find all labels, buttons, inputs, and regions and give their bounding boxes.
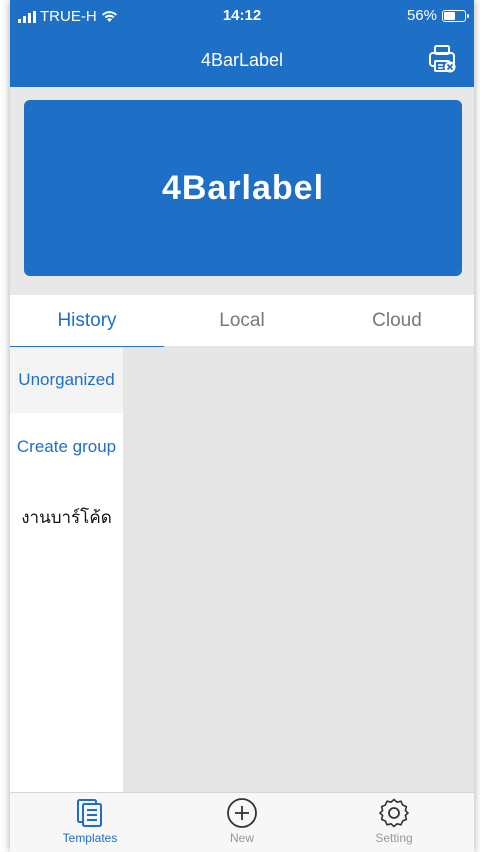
printer-button[interactable] <box>426 43 458 75</box>
status-bar: TRUE-H 14:12 56% <box>10 6 474 28</box>
tab-cloud[interactable]: Cloud <box>320 295 474 347</box>
tabbar-setting-label: Setting <box>375 831 413 845</box>
battery-percent: 56% <box>406 7 437 24</box>
battery-icon <box>442 9 469 22</box>
banner[interactable]: 4Barlabel <box>24 100 462 276</box>
create-group-button[interactable]: Create group <box>10 414 123 480</box>
bottom-tab-bar: Templates New Setting <box>10 792 474 852</box>
banner-area: 4Barlabel <box>10 87 474 295</box>
content-area: Unorganized Create group งานบาร์โค้ด <box>10 347 474 792</box>
template-tabs: History Local Cloud <box>10 295 474 348</box>
banner-logo: 4Barlabel <box>161 168 325 207</box>
gear-icon <box>379 798 409 828</box>
tabbar-new[interactable]: New <box>192 797 292 845</box>
top-bar: TRUE-H 14:12 56% 4BarLabel <box>10 0 474 87</box>
tabbar-setting[interactable]: Setting <box>344 797 444 845</box>
sidebar-item-unorganized[interactable]: Unorganized <box>10 347 123 413</box>
printer-disconnected-icon <box>429 45 456 73</box>
add-circle-icon <box>227 798 257 828</box>
page-title: 4BarLabel <box>200 50 284 70</box>
app-frame: TRUE-H 14:12 56% 4BarLabel 4Barlabel His… <box>10 0 474 852</box>
tabbar-templates-label: Templates <box>62 831 118 845</box>
sidebar-item-barcode-jobs[interactable]: งานบาร์โค้ด <box>10 484 123 550</box>
group-sidebar: Unorganized Create group งานบาร์โค้ด <box>10 347 123 792</box>
status-time: 14:12 <box>222 7 262 24</box>
templates-icon <box>77 799 102 827</box>
tabbar-new-label: New <box>229 831 254 845</box>
tabbar-templates[interactable]: Templates <box>40 797 140 845</box>
status-right: 56% <box>406 7 469 24</box>
tab-local[interactable]: Local <box>165 295 319 347</box>
tab-history[interactable]: History <box>10 295 164 348</box>
